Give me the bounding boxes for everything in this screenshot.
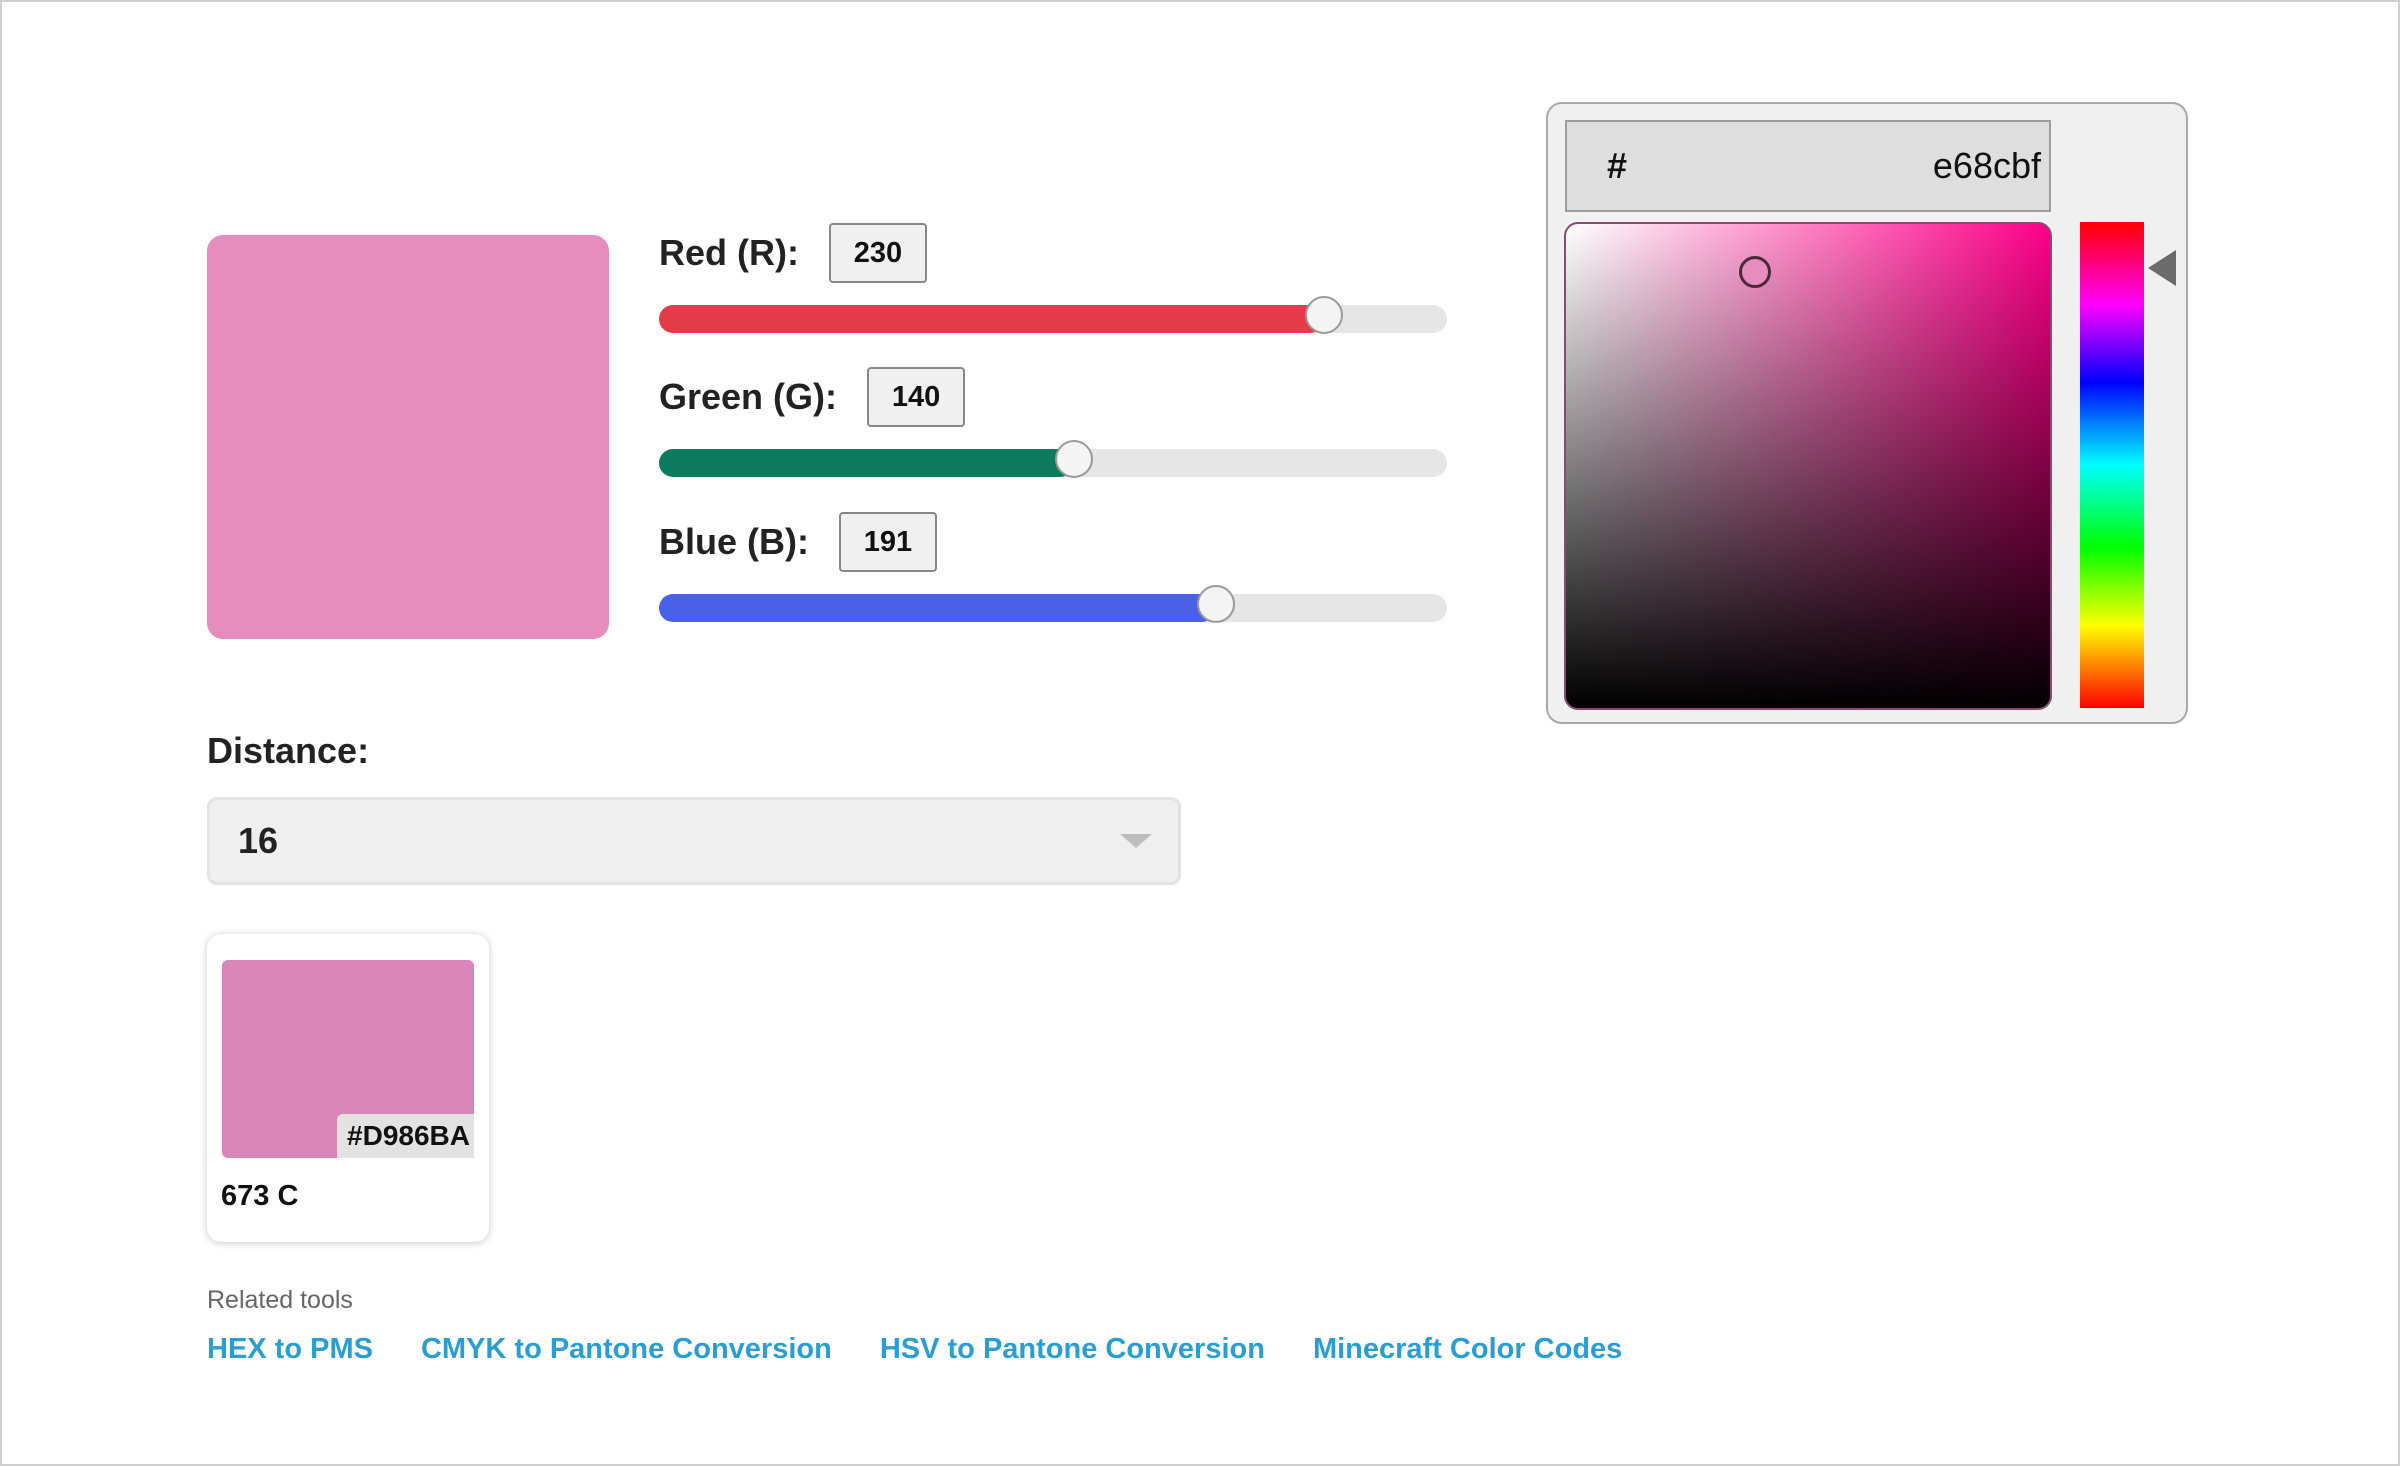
blue-value-input[interactable]: 191 xyxy=(838,512,937,572)
blue-label: Blue (B): xyxy=(659,521,809,562)
color-picker: # e68cbf xyxy=(1546,102,2188,724)
saturation-value-area[interactable] xyxy=(1564,222,2052,710)
red-track-fill xyxy=(659,305,1324,333)
blue-thumb[interactable] xyxy=(1197,585,1235,623)
related-tools-links: HEX to PMS CMYK to Pantone Conversion HS… xyxy=(207,1333,1622,1366)
green-slider-group: Green (G): 140 xyxy=(659,365,1449,478)
blue-slider-group: Blue (B): 191 xyxy=(659,510,1449,623)
result-hex-badge: #D986BA xyxy=(337,1114,474,1158)
sv-cursor-icon[interactable] xyxy=(1739,256,1771,288)
hex-input[interactable]: # e68cbf xyxy=(1565,120,2051,212)
link-minecraft-color-codes[interactable]: Minecraft Color Codes xyxy=(1313,1333,1622,1366)
result-swatch: #D986BA xyxy=(222,960,474,1158)
green-track-fill xyxy=(659,449,1074,477)
red-label: Red (R): xyxy=(659,232,799,273)
distance-select[interactable]: 16 xyxy=(207,797,1181,885)
red-value-input[interactable]: 230 xyxy=(828,223,927,283)
result-pantone-name: 673 C xyxy=(221,1180,299,1212)
link-hex-to-pms[interactable]: HEX to PMS xyxy=(207,1333,373,1366)
hex-hash-symbol: # xyxy=(1607,145,1628,186)
green-thumb[interactable] xyxy=(1055,440,1093,478)
hex-input-value: e68cbf xyxy=(1932,145,2041,186)
hue-pointer-icon[interactable] xyxy=(2148,250,2176,286)
red-thumb[interactable] xyxy=(1305,296,1343,334)
pantone-result-card[interactable]: #D986BA 673 C xyxy=(207,934,489,1242)
link-hsv-to-pantone[interactable]: HSV to Pantone Conversion xyxy=(880,1333,1265,1366)
blue-track[interactable] xyxy=(659,585,1447,623)
blue-track-fill xyxy=(659,594,1216,622)
green-value-input[interactable]: 140 xyxy=(867,367,966,427)
color-preview xyxy=(207,235,609,639)
distance-label: Distance: xyxy=(207,730,370,771)
link-cmyk-to-pantone[interactable]: CMYK to Pantone Conversion xyxy=(421,1333,832,1366)
green-label: Green (G): xyxy=(659,376,838,417)
related-tools-title: Related tools xyxy=(207,1286,353,1314)
distance-selected-value: 16 xyxy=(238,820,279,861)
red-track[interactable] xyxy=(659,296,1447,334)
red-slider-group: Red (R): 230 xyxy=(659,221,1449,334)
green-track[interactable] xyxy=(659,440,1447,478)
hue-slider[interactable] xyxy=(2080,222,2144,708)
chevron-down-icon xyxy=(1120,834,1152,848)
